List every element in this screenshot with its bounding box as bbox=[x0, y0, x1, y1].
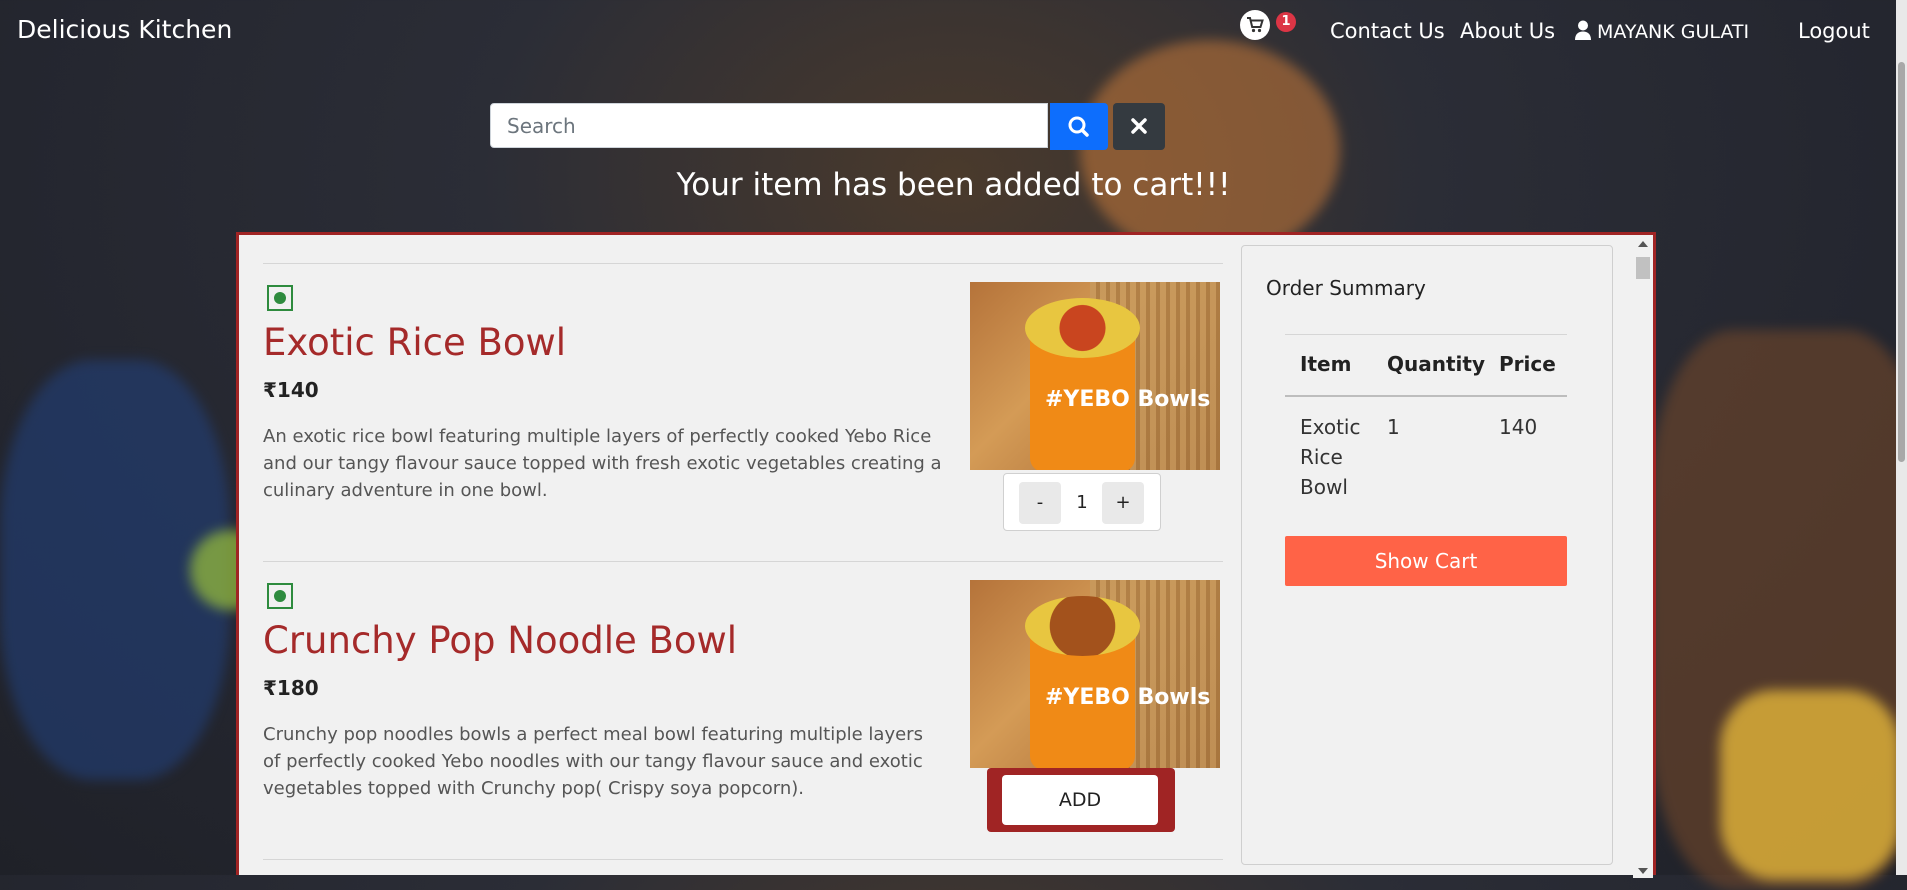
page-scrollbar[interactable] bbox=[1896, 0, 1907, 875]
logout-link[interactable]: Logout bbox=[1798, 19, 1870, 43]
search-input[interactable] bbox=[490, 103, 1048, 148]
item-image: #YEBO Bowls bbox=[970, 282, 1220, 470]
cart-link[interactable]: 1 bbox=[1238, 8, 1298, 42]
item-name: Exotic Rice Bowl bbox=[263, 321, 567, 364]
item-description: Crunchy pop noodles bowls a perfect meal… bbox=[263, 724, 923, 799]
menu-item: Crunchy Pop Noodle Bowl ₹180 Crunchy pop… bbox=[263, 561, 1223, 859]
search-button[interactable] bbox=[1050, 103, 1108, 150]
add-to-cart-button[interactable]: ADD bbox=[1002, 775, 1158, 825]
scroll-down-arrow-icon[interactable] bbox=[1638, 868, 1648, 874]
item-image: #YEBO Bowls bbox=[970, 580, 1220, 768]
contact-us-link[interactable]: Contact Us bbox=[1330, 19, 1445, 43]
quantity-stepper: - 1 + bbox=[1003, 473, 1161, 531]
row-item-name: Exotic Rice Bowl bbox=[1300, 415, 1361, 499]
column-header-quantity: Quantity bbox=[1387, 352, 1485, 376]
brand-logo-text[interactable]: Delicious Kitchen bbox=[17, 15, 232, 44]
about-us-link[interactable]: About Us bbox=[1460, 19, 1555, 43]
item-price: ₹140 bbox=[263, 378, 319, 402]
veg-indicator-icon bbox=[267, 583, 293, 609]
quantity-value: 1 bbox=[1076, 492, 1088, 513]
table-divider bbox=[1285, 334, 1567, 335]
search-icon bbox=[1068, 116, 1089, 137]
order-summary: Order Summary Item Quantity Price Exotic… bbox=[1241, 245, 1613, 865]
user-name: MAYANK GULATI bbox=[1597, 21, 1750, 43]
row-quantity: 1 bbox=[1387, 415, 1400, 439]
user-profile-link[interactable]: MAYANK GULATI bbox=[1575, 20, 1749, 45]
panel-scrollbar[interactable] bbox=[1633, 235, 1653, 878]
cart-icon[interactable] bbox=[1240, 10, 1270, 40]
item-name: Crunchy Pop Noodle Bowl bbox=[263, 619, 738, 662]
add-button-highlight: ADD bbox=[987, 768, 1175, 832]
increase-quantity-button[interactable]: + bbox=[1102, 482, 1144, 524]
item-description: An exotic rice bowl featuring multiple l… bbox=[263, 426, 942, 501]
column-header-price: Price bbox=[1499, 352, 1556, 376]
item-price: ₹180 bbox=[263, 676, 319, 700]
show-cart-button[interactable]: Show Cart bbox=[1285, 536, 1567, 586]
decrease-quantity-button[interactable]: - bbox=[1019, 482, 1061, 524]
close-icon bbox=[1131, 118, 1147, 134]
added-to-cart-message: Your item has been added to cart!!! bbox=[676, 167, 1231, 203]
navbar: Delicious Kitchen 1 Contact Us About Us … bbox=[0, 0, 1907, 64]
page-scrollbar-thumb[interactable] bbox=[1898, 62, 1905, 462]
menu-item: Exotic Rice Bowl ₹140 An exotic rice bow… bbox=[263, 263, 1223, 561]
row-price: 140 bbox=[1499, 415, 1538, 439]
user-icon bbox=[1575, 20, 1591, 45]
divider bbox=[263, 859, 1223, 860]
column-header-item: Item bbox=[1300, 352, 1352, 376]
table-divider bbox=[1285, 395, 1567, 397]
item-image-text: #YEBO Bowls bbox=[1045, 685, 1211, 710]
scrollbar-thumb[interactable] bbox=[1636, 257, 1650, 279]
cart-count-badge: 1 bbox=[1276, 12, 1296, 32]
menu-panel: Exotic Rice Bowl ₹140 An exotic rice bow… bbox=[236, 232, 1656, 878]
item-image-text: #YEBO Bowls bbox=[1045, 387, 1211, 412]
scroll-up-arrow-icon[interactable] bbox=[1638, 241, 1648, 247]
veg-indicator-icon bbox=[267, 285, 293, 311]
order-summary-title: Order Summary bbox=[1266, 276, 1426, 300]
clear-search-button[interactable] bbox=[1113, 103, 1165, 150]
background-lemon bbox=[1720, 690, 1900, 880]
